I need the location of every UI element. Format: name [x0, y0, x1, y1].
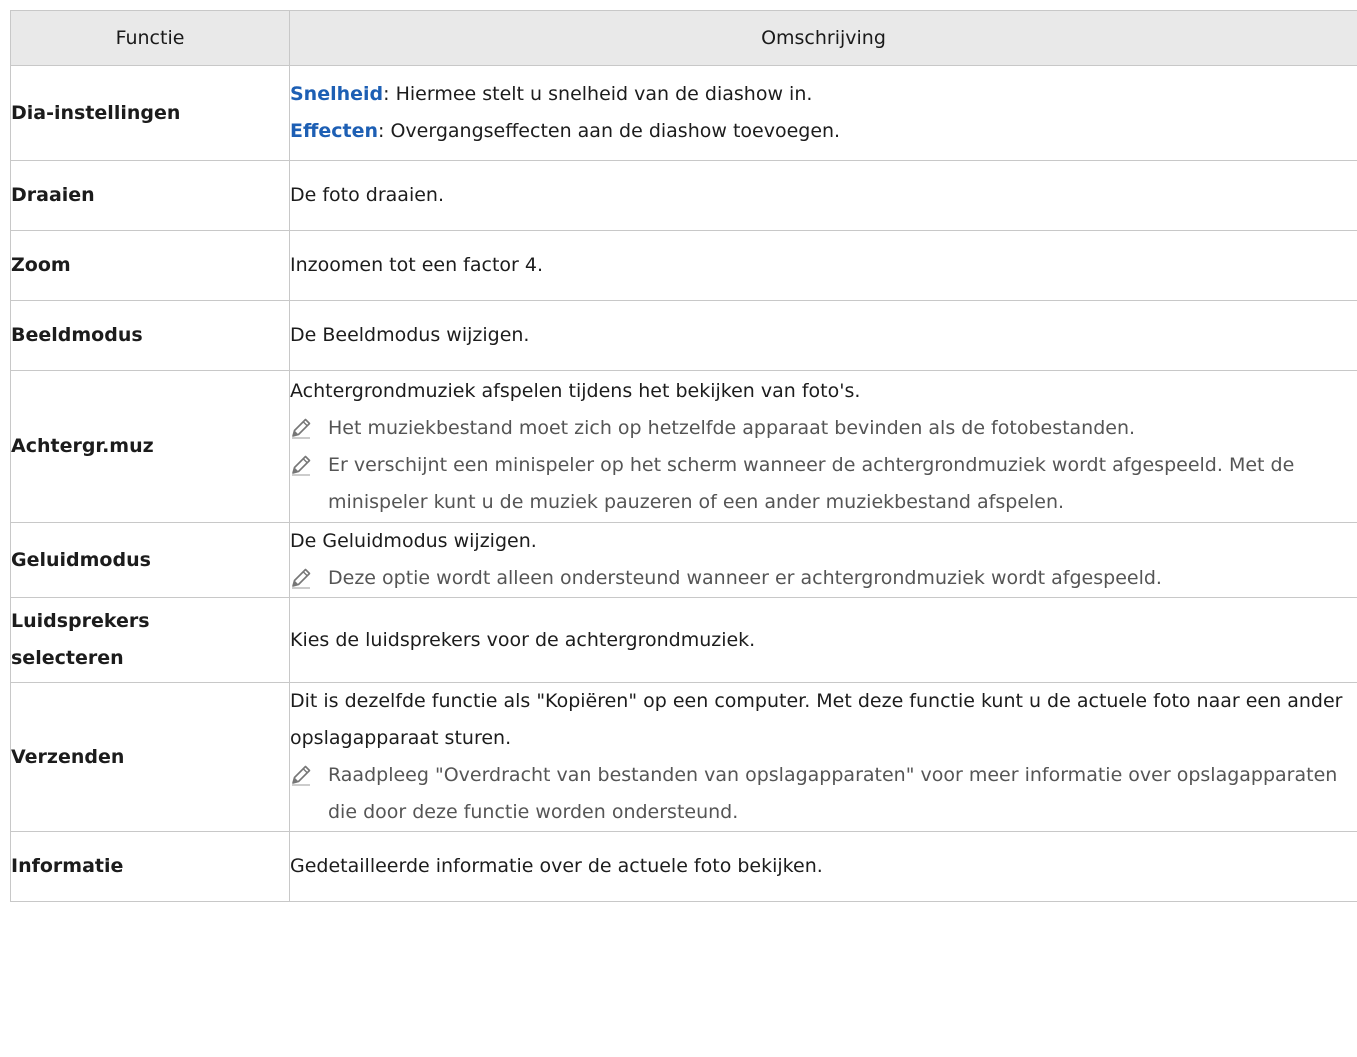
function-name: Zoom [10, 230, 290, 301]
note-text: Raadpleeg "Overdracht van bestanden van … [328, 764, 1338, 823]
table-header-row: Functie Omschrijving [10, 10, 1357, 66]
option-line: Snelheid: Hiermee stelt u snelheid van d… [290, 76, 1357, 113]
function-description: Dit is dezelfde functie als "Kopiëren" o… [289, 682, 1357, 832]
option-text: : Hiermee stelt u snelheid van de diasho… [383, 83, 813, 105]
pencil-icon [292, 568, 311, 589]
note-line: Er verschijnt een minispeler op het sche… [290, 447, 1357, 521]
table-row: Luidsprekers selecteren Kies de luidsprek… [10, 597, 1357, 683]
function-name: Beeldmodus [10, 300, 290, 371]
table-row: Achtergr.muz Achtergrondmuziek afspelen t… [10, 370, 1357, 523]
function-description: Snelheid: Hiermee stelt u snelheid van d… [289, 65, 1357, 161]
table-row: Beeldmodus De Beeldmodus wijzigen. [10, 300, 1357, 371]
option-text: : Overgangseffecten aan de diashow toevo… [378, 120, 841, 142]
function-description: Gedetailleerde informatie over de actuel… [289, 831, 1357, 902]
option-keyword: Snelheid [290, 83, 384, 105]
description-text: Gedetailleerde informatie over de actuel… [290, 855, 823, 877]
function-description: Kies de luidsprekers voor de achtergrond… [289, 597, 1357, 683]
function-name: Geluidmodus [10, 522, 290, 598]
table-row: Informatie Gedetailleerde informatie over… [10, 831, 1357, 902]
description-text: Achtergrondmuziek afspelen tijdens het b… [290, 379, 861, 402]
function-description: Achtergrondmuziek afspelen tijdens het b… [289, 370, 1357, 523]
table-row: Verzenden Dit is dezelfde functie als "Ko… [10, 682, 1357, 832]
description-text: De Geluidmodus wijzigen. [290, 530, 537, 552]
function-description: De Geluidmodus wijzigen. Deze optie word… [289, 522, 1357, 598]
function-name: Informatie [10, 831, 290, 902]
table-row: Zoom Inzoomen tot een factor 4. [10, 230, 1357, 301]
description-text: Dit is dezelfde functie als "Kopiëren" o… [290, 690, 1343, 749]
function-description: De foto draaien. [289, 160, 1357, 231]
function-name: Achtergr.muz [10, 370, 290, 523]
note-text: Er verschijnt een minispeler op het sche… [328, 453, 1295, 513]
function-name: Dia-instellingen [10, 65, 290, 161]
function-description: De Beeldmodus wijzigen. [289, 300, 1357, 371]
pencil-icon [292, 765, 311, 786]
table-row: Dia-instellingen Snelheid: Hiermee stelt … [10, 65, 1357, 161]
option-line: Effecten: Overgangseffecten aan de diash… [290, 113, 1357, 150]
pencil-icon [292, 418, 311, 438]
description-text: De Beeldmodus wijzigen. [290, 324, 530, 346]
note-line: Het muziekbestand moet zich op hetzelfde… [290, 410, 1357, 447]
header-omschrijving: Omschrijving [289, 10, 1357, 66]
function-table: Functie Omschrijving Dia-instellingen Sne… [10, 10, 1357, 902]
option-keyword: Effecten [290, 120, 379, 142]
pencil-icon [292, 455, 311, 475]
table-body: Dia-instellingen Snelheid: Hiermee stelt … [10, 65, 1357, 902]
table-row: Geluidmodus De Geluidmodus wijzigen. Deze… [10, 522, 1357, 598]
function-name: Draaien [10, 160, 290, 231]
note-line: Raadpleeg "Overdracht van bestanden van … [290, 757, 1357, 831]
function-name: Verzenden [10, 682, 290, 832]
header-functie: Functie [10, 10, 290, 66]
note-line: Deze optie wordt alleen ondersteund wann… [290, 560, 1357, 597]
table-row: Draaien De foto draaien. [10, 160, 1357, 231]
note-text: Het muziekbestand moet zich op hetzelfde… [328, 416, 1136, 439]
description-text: De foto draaien. [290, 184, 444, 206]
function-name: Luidsprekers selecteren [10, 597, 290, 683]
note-text: Deze optie wordt alleen ondersteund wann… [328, 567, 1162, 589]
description-text: Kies de luidsprekers voor de achtergrond… [290, 628, 756, 651]
function-description: Inzoomen tot een factor 4. [289, 230, 1357, 301]
description-text: Inzoomen tot een factor 4. [290, 254, 544, 276]
